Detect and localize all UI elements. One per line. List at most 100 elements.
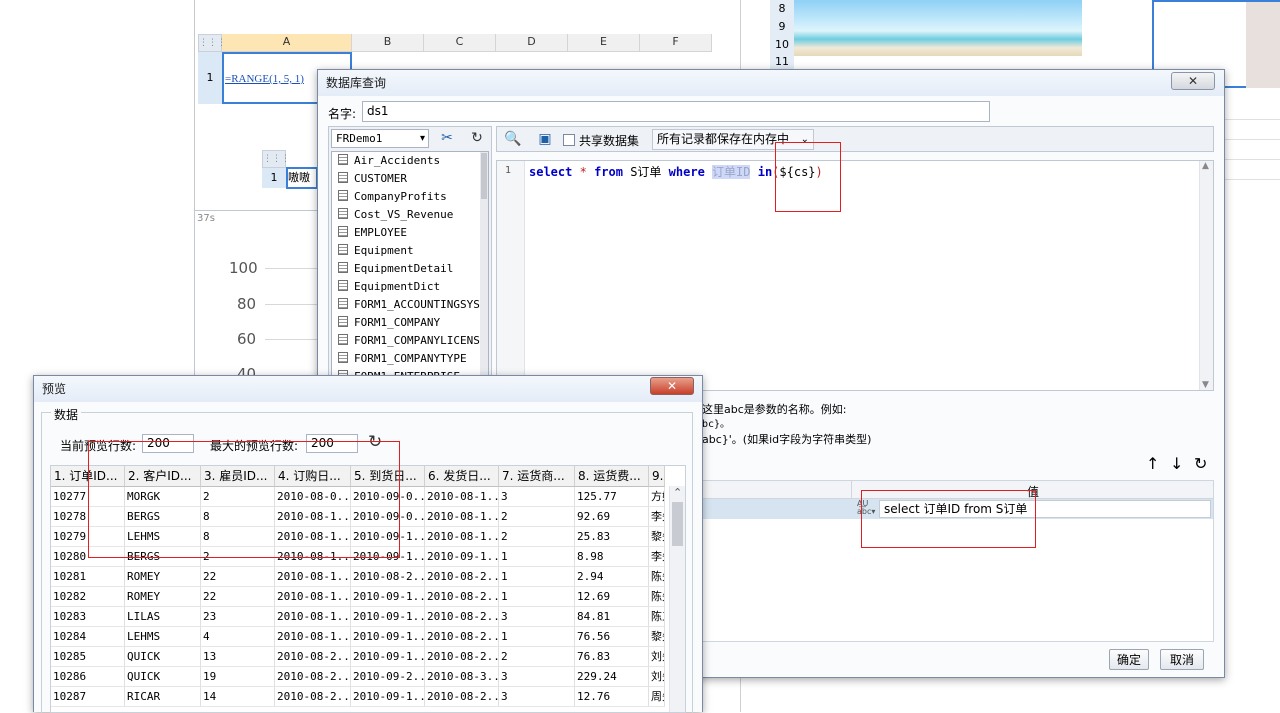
sub-sheet-corner[interactable]: ⋮⋮⋮ (262, 150, 290, 168)
table-list-item[interactable]: Air_Accidents (332, 152, 488, 170)
edit-connection-icon[interactable]: ✂ (437, 128, 457, 148)
table-cell: 8.98 (575, 547, 649, 567)
table-cell: 2010-09-1... (351, 687, 425, 707)
sql-star: * (579, 165, 587, 179)
table-cell: 2010-08-1... (425, 507, 499, 527)
table-list-item[interactable]: FORM1_COMPANYLICENSE (332, 332, 488, 350)
table-cell: LEHMS (125, 627, 201, 647)
scroll-up-icon[interactable]: ⌃ (673, 486, 682, 499)
scrollbar-thumb[interactable] (481, 153, 487, 199)
table-list-item[interactable]: FORM1_COMPANYTYPE (332, 350, 488, 368)
beach-image (794, 0, 1082, 56)
table-list-scrollbar[interactable] (480, 152, 488, 382)
table-cell: 12.76 (575, 687, 649, 707)
ok-button[interactable]: 确定 (1109, 649, 1149, 670)
table-cell: 2010-09-1... (351, 587, 425, 607)
column-header-a[interactable]: A (222, 34, 352, 52)
datasource-value: FRDemo1 (336, 132, 383, 145)
sub-row-header-1[interactable]: 1 (262, 168, 286, 188)
cell-a1-formula: =RANGE(1, 5, 1) (225, 73, 304, 85)
preview-titlebar[interactable]: 预览 (34, 376, 702, 402)
column-header-f[interactable]: F (640, 34, 712, 52)
table-cell: 22 (201, 587, 275, 607)
background-chart: 37s 100 80 60 40 (194, 210, 319, 383)
table-row[interactable]: 10282 ROMEY 22 2010-08-1... 2010-09-1... 2010… (51, 587, 685, 607)
scrollbar-thumb[interactable] (672, 502, 683, 546)
table-cell: 黎先 (649, 527, 665, 547)
table-cell: 李先 (649, 547, 665, 567)
table-icon (338, 298, 348, 309)
table-list-item[interactable]: Equipment (332, 242, 488, 260)
right-row-headers: 8 9 10 11 (770, 0, 794, 70)
table-cell: 10283 (51, 607, 125, 627)
share-dataset-label: 共享数据集 (579, 134, 640, 148)
table-icon (338, 190, 348, 201)
table-name: FORM1_ACCOUNTINGSYSTEM (354, 298, 488, 311)
portrait-image (1246, 2, 1280, 88)
sql-editor-scrollbar[interactable]: ▲ ▼ (1199, 161, 1213, 390)
table-list-item[interactable]: EquipmentDict (332, 278, 488, 296)
scroll-down-icon[interactable]: ▼ (1202, 380, 1209, 390)
table-row[interactable]: 10285 QUICK 13 2010-08-2... 2010-09-1... 2010… (51, 647, 685, 667)
table-row[interactable]: 10283 LILAS 23 2010-08-1... 2010-09-1... 2010… (51, 607, 685, 627)
table-cell: 刘先 (649, 647, 665, 667)
sub-cell[interactable]: 嗷嗷 (286, 167, 318, 189)
sheet-corner[interactable]: ⋮⋮⋮ (198, 34, 226, 52)
table-list-item[interactable]: CUSTOMER (332, 170, 488, 188)
preview-close-button[interactable]: ✕ (650, 377, 694, 395)
column-header[interactable]: 8. 运货费... (575, 466, 649, 487)
move-up-icon[interactable]: ↑ (1146, 454, 1159, 473)
table-cell: ROMEY (125, 567, 201, 587)
refresh-params-icon[interactable]: ↻ (1194, 454, 1207, 473)
name-input[interactable]: ds1 (362, 101, 990, 122)
cancel-button[interactable]: 取消 (1160, 649, 1204, 670)
table-row[interactable]: 10286 QUICK 19 2010-08-2... 2010-09-2... 2010… (51, 667, 685, 687)
table-list-item[interactable]: EquipmentDetail (332, 260, 488, 278)
right-row-9: 9 (778, 20, 786, 33)
table-cell: 1 (499, 567, 575, 587)
table-list-item[interactable]: CompanyProfits (332, 188, 488, 206)
db-query-close-button[interactable]: ✕ (1171, 72, 1215, 90)
table-row[interactable]: 10287 RICAR 14 2010-08-2... 2010-09-1... 2010… (51, 687, 685, 707)
preview-icon[interactable]: 🔍 (503, 129, 523, 149)
move-down-icon[interactable]: ↓ (1170, 454, 1183, 473)
chart-tick-100: 100 (229, 259, 258, 277)
table-cell: 黎先 (649, 627, 665, 647)
table-row[interactable]: 10284 LEHMS 4 2010-08-1... 2010-09-1... 2010-… (51, 627, 685, 647)
sql-toolbar: 🔍 ▣ 共享数据集 所有记录都保存在内存中 ⌄ (496, 126, 1214, 152)
db-query-titlebar[interactable]: 数据库查询 (318, 70, 1224, 96)
table-cell: 229.24 (575, 667, 649, 687)
scroll-up-icon[interactable]: ▲ (1202, 161, 1209, 171)
column-header[interactable]: 7. 运货商... (499, 466, 575, 487)
table-cell: 3 (499, 607, 575, 627)
column-header[interactable]: 6. 发货日... (425, 466, 499, 487)
sql-editor[interactable]: 1 select * from S订单 where 订单ID in(${cs})… (496, 160, 1214, 391)
preview-dialog: 预览 ✕ 数据 当前预览行数: 200 最大的预览行数: 200 ↻ 1. 订单… (33, 375, 703, 713)
share-dataset-checkbox[interactable] (563, 134, 575, 146)
row-header-1[interactable]: 1 (198, 52, 222, 104)
table-icon (338, 352, 348, 363)
column-header-e[interactable]: E (568, 34, 640, 52)
save-icon[interactable]: ▣ (535, 129, 555, 149)
table-cell: 2010-09-1... (351, 647, 425, 667)
annotation-box-param-value (861, 490, 1036, 548)
table-list-body: Air_Accidents CUSTOMER CompanyProfits Cost_… (332, 152, 488, 382)
refresh-icon[interactable]: ↻ (467, 128, 487, 148)
column-header-b[interactable]: B (352, 34, 424, 52)
sql-table-name: S订单 (630, 165, 662, 179)
table-row[interactable]: 10281 ROMEY 22 2010-08-1... 2010-08-2... 2010… (51, 567, 685, 587)
table-list-item[interactable]: FORM1_COMPANY (332, 314, 488, 332)
table-icon (338, 262, 348, 273)
chart-partial-label: 37s (197, 213, 215, 224)
column-header-d[interactable]: D (496, 34, 568, 52)
preview-grid-scrollbar[interactable]: ⌃ (669, 486, 685, 712)
column-header[interactable]: 9. (649, 466, 665, 487)
table-cell: 2010-08-1... (275, 607, 351, 627)
table-icon (338, 172, 348, 183)
datasource-select[interactable]: FRDemo1 ▾ (331, 129, 429, 148)
table-list-item[interactable]: FORM1_ACCOUNTINGSYSTEM (332, 296, 488, 314)
table-list-item[interactable]: EMPLOYEE (332, 224, 488, 242)
column-header-c[interactable]: C (424, 34, 496, 52)
param-hint: 这里abc是参数的名称。例如: bc}。 abc}'。(如果id字段为字符串类型… (702, 402, 871, 447)
table-list-item[interactable]: Cost_VS_Revenue (332, 206, 488, 224)
